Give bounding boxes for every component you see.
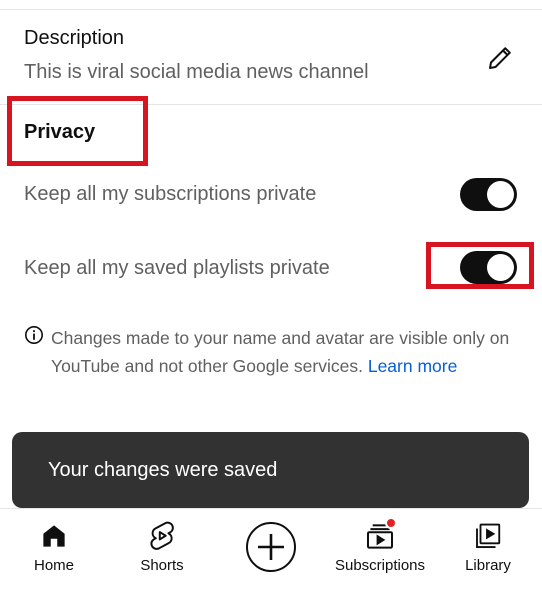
snackbar-message: Your changes were saved <box>48 459 278 481</box>
library-icon <box>471 519 505 553</box>
setting-label: Keep all my saved playlists private <box>24 257 330 279</box>
toggle-highlight-box <box>426 242 534 289</box>
shorts-icon <box>145 519 179 553</box>
description-title: Description <box>24 27 125 49</box>
toggle-knob <box>487 181 514 208</box>
create-button[interactable] <box>232 509 310 591</box>
notification-dot <box>385 517 397 529</box>
description-text: This is viral social media news channel <box>24 61 369 83</box>
edit-description-button[interactable] <box>482 40 518 76</box>
nav-subscriptions-label: Subscriptions <box>334 557 426 574</box>
nav-subscriptions[interactable]: Subscriptions <box>326 509 434 591</box>
bottom-navigation: Home Shorts Subscriptions Library <box>0 508 542 591</box>
privacy-highlight-box <box>7 96 148 166</box>
snackbar: Your changes were saved <box>12 432 529 508</box>
setting-label: Keep all my subscriptions private <box>24 183 317 205</box>
plus-circle-icon <box>245 521 297 573</box>
description-section: Description This is viral social media n… <box>0 10 542 104</box>
setting-row-subscriptions-private: Keep all my subscriptions private <box>0 166 542 226</box>
nav-shorts-label: Shorts <box>140 557 184 574</box>
home-icon <box>37 519 71 553</box>
info-text: Changes made to your name and avatar are… <box>51 324 521 380</box>
info-icon <box>25 326 43 344</box>
nav-home[interactable]: Home <box>14 509 94 591</box>
pencil-icon <box>489 47 511 69</box>
nav-library[interactable]: Library <box>448 509 528 591</box>
nav-shorts[interactable]: Shorts <box>122 509 202 591</box>
learn-more-link[interactable]: Learn more <box>368 356 458 376</box>
subscriptions-private-toggle[interactable] <box>460 178 517 211</box>
nav-library-label: Library <box>465 557 511 574</box>
nav-home-label: Home <box>33 557 74 574</box>
